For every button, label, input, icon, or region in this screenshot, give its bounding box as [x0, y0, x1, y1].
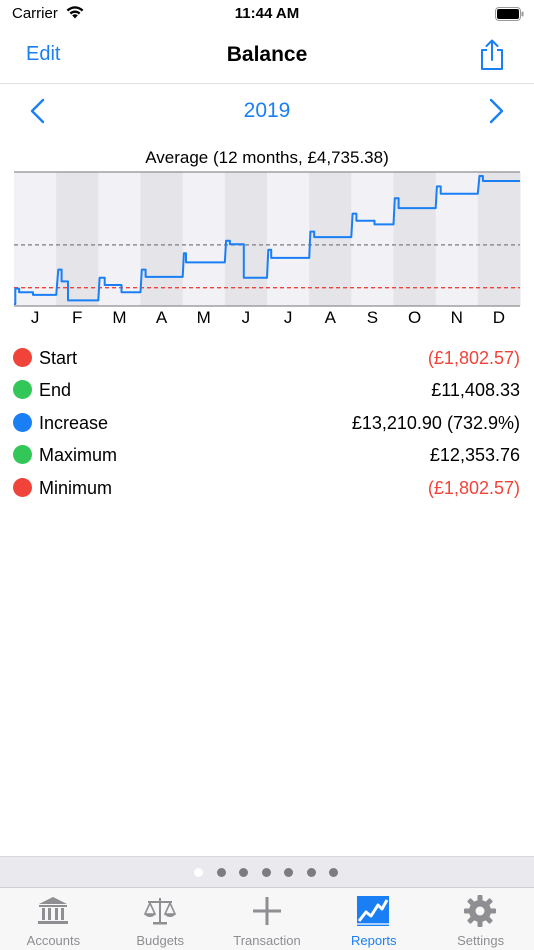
share-icon[interactable] — [478, 38, 506, 72]
legend-dot — [13, 380, 32, 400]
x-tick-label: M — [197, 308, 211, 327]
battery-icon — [495, 7, 524, 21]
tab-label: Settings — [457, 933, 505, 948]
month-band — [477, 172, 521, 306]
summary-value: (£1,802.57) — [427, 477, 520, 498]
page-title: Balance — [226, 43, 308, 66]
page-dot[interactable] — [261, 868, 271, 877]
x-tick-label: O — [408, 308, 421, 327]
navigation-bar: Edit Balance — [0, 30, 534, 84]
summary-value: £12,353.76 — [429, 445, 520, 466]
month-band — [56, 172, 99, 306]
chart-icon — [357, 896, 390, 926]
month-band — [224, 172, 268, 306]
chart-title: Average (12 months, £4,735.38) — [145, 148, 389, 167]
balance-chart[interactable]: JFMAMJJASOND — [0, 166, 534, 330]
page-dot[interactable] — [306, 868, 316, 877]
x-tick-label: M — [112, 308, 126, 327]
month-band — [435, 172, 479, 306]
year-selector: 2019 — [0, 84, 534, 138]
tab-settings[interactable]: Settings — [427, 888, 534, 950]
x-tick-label: N — [451, 308, 463, 327]
summary-label: Maximum — [39, 445, 118, 466]
tab-accounts[interactable]: Accounts — [0, 888, 107, 950]
month-band — [393, 172, 437, 306]
legend-dot — [13, 477, 32, 497]
tab-bar: Accounts Budgets Transaction Reports Setti… — [0, 887, 534, 950]
plus-icon — [252, 897, 281, 925]
summary-row-end: End £11,408.33 — [0, 375, 534, 407]
year-label[interactable]: 2019 — [0, 99, 534, 123]
summary-row-maximum: Maximum £12,353.76 — [0, 440, 534, 472]
summary-label: Start — [39, 348, 78, 368]
gear-icon — [464, 895, 497, 927]
legend-dot — [13, 412, 32, 432]
tab-reports[interactable]: Reports — [320, 888, 427, 950]
x-tick-label: D — [493, 308, 505, 327]
summary-value: £13,210.90 (732.9%) — [351, 412, 520, 433]
month-band — [309, 172, 352, 306]
scales-icon — [143, 898, 177, 925]
tab-transaction[interactable]: Transaction — [214, 888, 321, 950]
summary-value: (£1,802.57) — [427, 348, 520, 368]
x-tick-label: J — [242, 308, 251, 327]
summary-label: End — [39, 380, 72, 401]
legend-dot — [13, 348, 32, 367]
month-band — [140, 172, 184, 306]
x-tick-label: A — [156, 308, 168, 327]
x-tick-label: J — [31, 308, 40, 327]
month-band — [267, 172, 310, 306]
x-tick-label: J — [284, 308, 293, 327]
summary-row-start: Start (£1,802.57) — [0, 343, 534, 375]
x-tick-label: F — [72, 308, 82, 327]
summary-row-increase: Increase £13,210.90 (732.9%) — [0, 408, 534, 440]
month-band — [182, 172, 226, 306]
tab-label: Budgets — [136, 933, 185, 948]
tab-label: Accounts — [26, 933, 81, 948]
page-indicator[interactable] — [0, 856, 534, 887]
tab-label: Reports — [351, 933, 397, 948]
page-dot[interactable] — [329, 868, 338, 877]
x-tick-label: A — [325, 308, 337, 327]
chevron-right-icon[interactable] — [486, 98, 506, 124]
summary-list: Start (£1,802.57) End £11,408.33 Increase £13… — [0, 343, 534, 505]
legend-dot — [13, 445, 32, 465]
summary-label: Minimum — [39, 477, 113, 498]
summary-label: Increase — [39, 412, 109, 433]
page-dot[interactable] — [239, 868, 248, 877]
status-bar: Carrier 11:44 AM — [0, 0, 534, 30]
tab-budgets[interactable]: Budgets — [107, 888, 214, 950]
month-band — [14, 172, 57, 306]
x-tick-label: S — [367, 308, 378, 327]
month-band — [351, 172, 394, 306]
page-dot[interactable] — [284, 868, 293, 877]
page-dot[interactable] — [194, 868, 203, 877]
summary-row-minimum: Minimum (£1,802.57) — [0, 473, 534, 505]
tab-label: Transaction — [233, 933, 301, 948]
bank-icon — [38, 897, 68, 924]
clock: 11:44 AM — [234, 5, 300, 22]
page-dot[interactable] — [216, 868, 226, 877]
summary-value: £11,408.33 — [431, 380, 520, 401]
